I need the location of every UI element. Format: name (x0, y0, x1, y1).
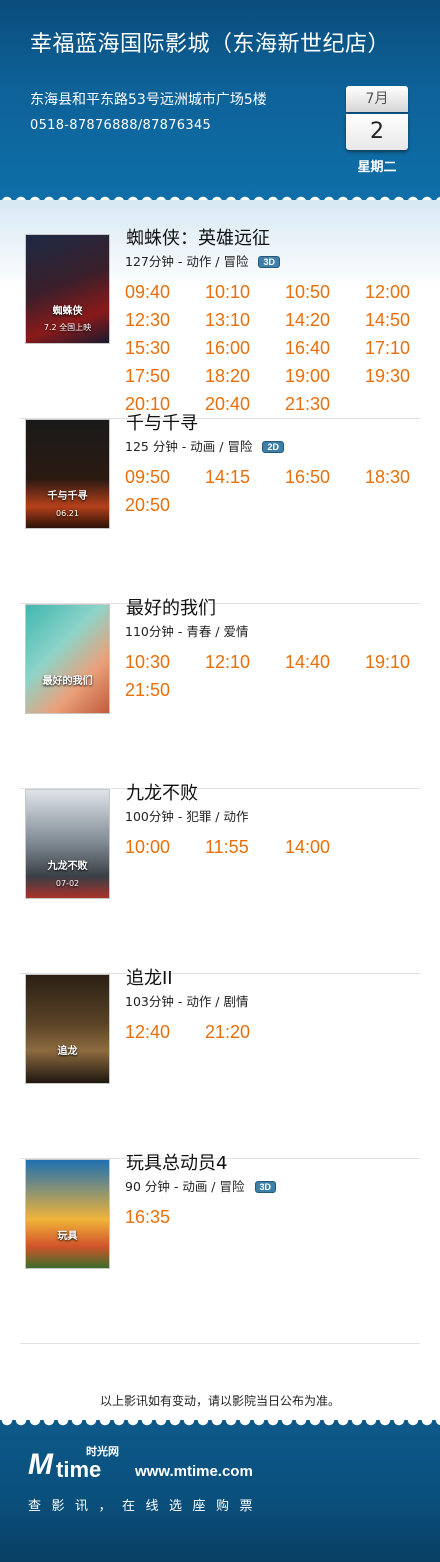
showtime-slot[interactable]: 12:10 (205, 648, 250, 676)
movie-title[interactable]: 最好的我们 (126, 597, 216, 621)
showtime-slot[interactable]: 20:50 (125, 491, 170, 519)
showtime-slot[interactable]: 12:40 (125, 1018, 170, 1046)
showtime-slot[interactable]: 11:55 (205, 833, 249, 861)
movie-poster[interactable]: 九龙不败 07-02 (25, 789, 110, 899)
showtime-slot[interactable]: 16:35 (125, 1203, 170, 1231)
poster-title-text: 追龙 (57, 1046, 78, 1057)
poster-date-text: 7.2 全国上映 (43, 323, 92, 332)
movie-meta: 125 分钟 - 动画 / 冒险 2D (125, 439, 284, 455)
showtime-slot[interactable]: 21:20 (205, 1018, 250, 1046)
showtime-slot[interactable]: 09:50 (125, 463, 170, 491)
movie-meta: 100分钟 - 犯罪 / 动作 (125, 809, 248, 825)
cinema-address: 东海县和平东路53号远洲城市广场5楼 (30, 92, 267, 108)
showtime-slot[interactable]: 18:20 (205, 362, 250, 390)
poster-title-text: 玩具 (57, 1231, 78, 1242)
showtime-slot[interactable]: 13:10 (205, 306, 250, 334)
poster-title-text: 蜘蛛侠 (52, 306, 83, 317)
schedule-notice: 以上影讯如有变动，请以影院当日公布为准。 (99, 1394, 340, 1408)
movie-meta: 90 分钟 - 动画 / 冒险 3D (125, 1179, 277, 1195)
movie-meta: 127分钟 - 动作 / 冒险 3D (125, 254, 280, 270)
mtime-logo-m: M (28, 1448, 53, 1481)
cinema-phone: 0518-87876888/87876345 (30, 118, 212, 133)
poster-title-text: 九龙不败 (47, 861, 88, 872)
movie-title[interactable]: 九龙不败 (126, 782, 198, 806)
mtime-logo-time: time (56, 1457, 102, 1482)
movie-item[interactable]: 最好的我们 最好的我们 110分钟 - 青春 / 爱情 10:30 12:10 14:40… (20, 598, 420, 789)
movie-title[interactable]: 玩具总动员4 (126, 1152, 227, 1176)
movie-duration-genre: 127分钟 - 动作 / 冒险 (125, 254, 249, 269)
showtime-slot[interactable]: 14:00 (285, 833, 330, 861)
movie-item[interactable]: 千与千寻 06.21 千与千寻 125 分钟 - 动画 / 冒险 2D 09:50 14:1… (20, 413, 420, 604)
movie-duration-genre: 103分钟 - 动作 / 剧情 (125, 994, 249, 1009)
format-badge: 3D (254, 1181, 277, 1193)
movie-item[interactable]: 追龙 追龙II 103分钟 - 动作 / 剧情 12:40 21:20 (20, 968, 420, 1159)
mtime-footer: M time 时光网 www.mtime.com 查影讯，在线选座购票 (0, 1428, 440, 1562)
movie-poster[interactable]: 最好的我们 (25, 604, 110, 714)
poster-title-text: 最好的我们 (42, 676, 93, 687)
movie-poster[interactable]: 蜘蛛侠 7.2 全国上映 (25, 234, 110, 344)
showtime-slot[interactable]: 16:50 (285, 463, 330, 491)
cinema-header: 幸福蓝海国际影城（东海新世纪店） 东海县和平东路53号远洲城市广场5楼 0518… (0, 0, 440, 200)
movie-duration-genre: 90 分钟 - 动画 / 冒险 (125, 1179, 245, 1194)
poster-date-text: 06.21 (56, 509, 79, 518)
site-url-link[interactable]: www.mtime.com (135, 1463, 253, 1480)
movie-item[interactable]: 蜘蛛侠 7.2 全国上映 蜘蛛侠：英雄远征 127分钟 - 动作 / 冒险 3D 09:4… (20, 228, 420, 419)
showtime-slot[interactable]: 14:40 (285, 648, 330, 676)
movie-duration-genre: 100分钟 - 犯罪 / 动作 (125, 809, 249, 824)
showtime-slot[interactable]: 14:15 (205, 463, 250, 491)
showtime-slot[interactable]: 15:30 (125, 334, 170, 362)
footer-slogan: 查影讯，在线选座购票 (28, 1499, 264, 1514)
movie-poster[interactable]: 追龙 (25, 974, 110, 1084)
poster-date-text: 07-02 (55, 879, 80, 888)
showtime-slot[interactable]: 16:40 (285, 334, 330, 362)
showtime-slot[interactable]: 12:30 (125, 306, 170, 334)
movie-meta: 110分钟 - 青春 / 爱情 (125, 624, 248, 640)
calendar-weekday: 星期二 (357, 160, 397, 175)
showtime-slot[interactable]: 19:30 (365, 362, 410, 390)
calendar-month: 7月 (346, 86, 408, 112)
showtime-slot[interactable]: 19:00 (285, 362, 330, 390)
showtime-slot[interactable]: 10:10 (205, 278, 250, 306)
showtime-slot[interactable]: 09:40 (125, 278, 170, 306)
calendar-day: 2 (346, 114, 408, 150)
movie-poster[interactable]: 千与千寻 06.21 (25, 419, 110, 529)
movie-poster[interactable]: 玩具 (25, 1159, 110, 1269)
showtime-slot[interactable]: 21:30 (285, 390, 330, 418)
showtime-slot[interactable]: 16:00 (205, 334, 250, 362)
showtime-slot[interactable]: 12:00 (365, 278, 410, 306)
poster-title-text: 千与千寻 (47, 491, 88, 502)
showtime-slot[interactable]: 10:30 (125, 648, 170, 676)
format-badge: 3D (258, 256, 280, 268)
movie-duration-genre: 110分钟 - 青春 / 爱情 (125, 624, 249, 639)
movie-title[interactable]: 蜘蛛侠：英雄远征 (126, 227, 270, 251)
showtime-slot[interactable]: 18:30 (365, 463, 410, 491)
showtime-slot[interactable]: 21:50 (125, 676, 170, 704)
cinema-name: 幸福蓝海国际影城（东海新世纪店） (30, 32, 391, 57)
showtime-slot[interactable]: 14:50 (365, 306, 410, 334)
movie-item[interactable]: 九龙不败 07-02 九龙不败 100分钟 - 犯罪 / 动作 10:00 11:55 14… (20, 783, 420, 974)
movie-meta: 103分钟 - 动作 / 剧情 (125, 994, 248, 1010)
movie-title[interactable]: 追龙II (126, 967, 173, 991)
showtime-slot[interactable]: 17:10 (365, 334, 410, 362)
movie-title[interactable]: 千与千寻 (126, 412, 198, 436)
movie-duration-genre: 125 分钟 - 动画 / 冒险 (125, 439, 253, 454)
movie-item[interactable]: 玩具 玩具总动员4 90 分钟 - 动画 / 冒险 3D 16:35 (20, 1153, 420, 1344)
showtime-slot[interactable]: 10:50 (285, 278, 330, 306)
showtime-slot[interactable]: 10:00 (125, 833, 170, 861)
showtime-slot[interactable]: 14:20 (285, 306, 330, 334)
mtime-logo-chinese: 时光网 (86, 1445, 119, 1458)
format-badge: 2D (262, 441, 284, 453)
mtime-logo[interactable]: M time 时光网 (28, 1446, 138, 1484)
showtime-slot[interactable]: 20:40 (205, 390, 250, 418)
movie-divider (20, 1343, 420, 1344)
showtime-slot[interactable]: 19:10 (365, 648, 410, 676)
showtime-slot[interactable]: 17:50 (125, 362, 170, 390)
